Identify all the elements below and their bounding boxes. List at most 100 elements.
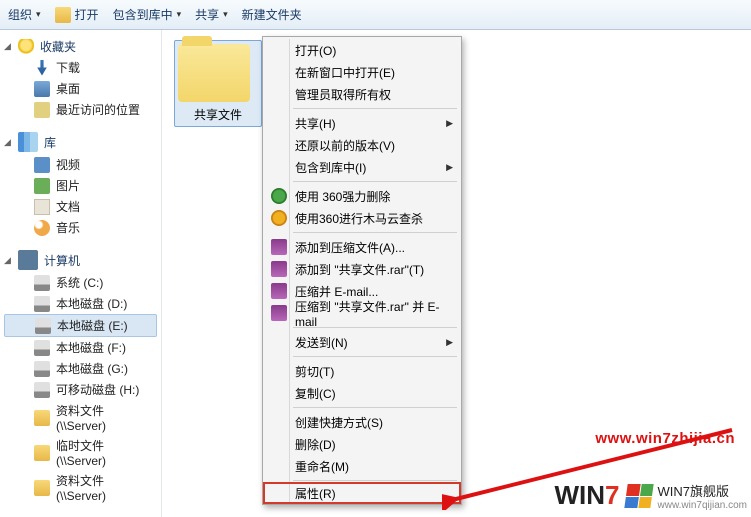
brand-sub: www.win7qijian.com	[658, 500, 747, 511]
desktop-icon	[34, 81, 50, 97]
sidebar-drive-e[interactable]: 本地磁盘 (E:)	[4, 314, 157, 337]
sidebar-music[interactable]: 音乐	[0, 217, 161, 238]
brand-watermark: WIN7 WIN7旗舰版 www.win7qijian.com	[555, 480, 748, 511]
menu-separator	[293, 356, 457, 357]
rar-icon	[271, 305, 287, 321]
sidebar-recent[interactable]: 最近访问的位置	[0, 99, 161, 120]
sidebar-label: 本地磁盘 (D:)	[56, 295, 127, 312]
360-icon	[271, 188, 287, 204]
sidebar-label: 文档	[56, 198, 80, 215]
menu-add-archive[interactable]: 添加到压缩文件(A)...	[265, 236, 459, 258]
menu-include-library[interactable]: 包含到库中(I) ▶	[265, 156, 459, 178]
menu-separator	[293, 480, 457, 481]
sidebar-label: 音乐	[56, 219, 80, 236]
sidebar-label: 收藏夹	[40, 38, 76, 55]
menu-label: 使用 360强力删除	[295, 188, 390, 205]
drive-icon	[34, 296, 50, 312]
sidebar-libraries[interactable]: ◢库	[0, 130, 161, 154]
toolbar-open[interactable]: 打开	[55, 6, 99, 23]
sidebar-label: 本地磁盘 (E:)	[57, 317, 128, 334]
menu-rename[interactable]: 重命名(M)	[265, 455, 459, 477]
menu-restore-versions[interactable]: 还原以前的版本(V)	[265, 134, 459, 156]
menu-label: 压缩到 "共享文件.rar" 并 E-mail	[295, 298, 441, 329]
sidebar-pictures[interactable]: 图片	[0, 175, 161, 196]
network-folder-icon	[34, 445, 50, 461]
network-folder-icon	[34, 410, 50, 426]
sidebar-favorites[interactable]: ◢收藏夹	[0, 36, 161, 57]
submenu-arrow-icon: ▶	[446, 337, 453, 348]
menu-cut[interactable]: 剪切(T)	[265, 360, 459, 382]
menu-label: 创建快捷方式(S)	[295, 414, 383, 431]
toolbar-organize[interactable]: 组织▾	[8, 6, 41, 23]
submenu-arrow-icon: ▶	[446, 162, 453, 173]
menu-open-new-window[interactable]: 在新窗口中打开(E)	[265, 61, 459, 83]
chevron-down-icon: ▾	[223, 9, 228, 20]
brand-text: WIN7旗舰版	[658, 481, 747, 500]
menu-label: 共享(H)	[295, 115, 336, 132]
menu-label: 包含到库中(I)	[295, 159, 366, 176]
menu-delete[interactable]: 删除(D)	[265, 433, 459, 455]
sidebar-computer[interactable]: ◢计算机	[0, 248, 161, 272]
submenu-arrow-icon: ▶	[446, 118, 453, 129]
rar-icon	[271, 283, 287, 299]
chevron-down-icon: ▾	[177, 9, 182, 20]
sidebar-network-resources[interactable]: 资料文件 (\\Server)	[0, 400, 161, 435]
folder-item-shared[interactable]: 共享文件	[174, 40, 262, 127]
menu-label: 属性(R)	[295, 485, 336, 502]
sidebar-desktop[interactable]: 桌面	[0, 78, 161, 99]
sidebar-network-resources-2[interactable]: 资料文件 (\\Server)	[0, 470, 161, 505]
menu-admin-ownership[interactable]: 管理员取得所有权	[265, 83, 459, 105]
sidebar: ◢收藏夹 下载 桌面 最近访问的位置 ◢库 视频 图片 文档 音乐 ◢计算机 系…	[0, 30, 162, 517]
network-folder-icon	[34, 480, 50, 496]
menu-separator	[293, 407, 457, 408]
sidebar-label: 资料文件 (\\Server)	[56, 472, 157, 503]
sidebar-label: 下载	[56, 59, 80, 76]
menu-label: 在新窗口中打开(E)	[295, 64, 395, 81]
sidebar-downloads[interactable]: 下载	[0, 57, 161, 78]
menu-add-rar[interactable]: 添加到 "共享文件.rar"(T)	[265, 258, 459, 280]
sidebar-label: 库	[44, 134, 56, 151]
folder-icon	[178, 44, 250, 102]
sidebar-label: 图片	[56, 177, 80, 194]
sidebar-drive-g[interactable]: 本地磁盘 (G:)	[0, 358, 161, 379]
toolbar-new-folder[interactable]: 新建文件夹	[242, 6, 302, 23]
menu-label: 复制(C)	[295, 385, 336, 402]
star-icon	[18, 39, 34, 55]
folder-label: 共享文件	[178, 106, 258, 123]
toolbar-share[interactable]: 共享 ▾	[195, 6, 228, 23]
menu-360-scan[interactable]: 使用360进行木马云查杀	[265, 207, 459, 229]
menu-create-shortcut[interactable]: 创建快捷方式(S)	[265, 411, 459, 433]
watermark-url: www.win7zhijia.cn	[595, 430, 735, 447]
menu-send-to[interactable]: 发送到(N)▶	[265, 331, 459, 353]
sidebar-drive-d[interactable]: 本地磁盘 (D:)	[0, 293, 161, 314]
open-icon	[55, 7, 71, 23]
sidebar-drive-f[interactable]: 本地磁盘 (F:)	[0, 337, 161, 358]
menu-label: 还原以前的版本(V)	[295, 137, 395, 154]
recent-icon	[34, 102, 50, 118]
rar-icon	[271, 261, 287, 277]
toolbar-include-library[interactable]: 包含到库中▾	[113, 6, 182, 23]
sidebar-videos[interactable]: 视频	[0, 154, 161, 175]
menu-label: 添加到压缩文件(A)...	[295, 239, 405, 256]
menu-open[interactable]: 打开(O)	[265, 39, 459, 61]
toolbar-share-label: 共享	[195, 6, 219, 23]
sidebar-drive-c[interactable]: 系统 (C:)	[0, 272, 161, 293]
menu-separator	[293, 181, 457, 182]
sidebar-removable-h[interactable]: 可移动磁盘 (H:)	[0, 379, 161, 400]
sidebar-label: 本地磁盘 (F:)	[56, 339, 126, 356]
collapse-icon: ◢	[4, 137, 11, 148]
menu-share[interactable]: 共享(H) ▶	[265, 112, 459, 134]
drive-icon	[34, 340, 50, 356]
rar-icon	[271, 239, 287, 255]
sidebar-documents[interactable]: 文档	[0, 196, 161, 217]
menu-properties[interactable]: 属性(R)	[263, 482, 461, 504]
music-icon	[34, 220, 50, 236]
menu-label: 添加到 "共享文件.rar"(T)	[295, 261, 424, 278]
windows-flag-icon	[624, 484, 653, 508]
menu-copy[interactable]: 复制(C)	[265, 382, 459, 404]
toolbar-organize-label: 组织	[8, 6, 32, 23]
sidebar-network-temp[interactable]: 临时文件 (\\Server)	[0, 435, 161, 470]
menu-compress-rar-email[interactable]: 压缩到 "共享文件.rar" 并 E-mail	[265, 302, 459, 324]
menu-label: 删除(D)	[295, 436, 336, 453]
menu-360-delete[interactable]: 使用 360强力删除	[265, 185, 459, 207]
